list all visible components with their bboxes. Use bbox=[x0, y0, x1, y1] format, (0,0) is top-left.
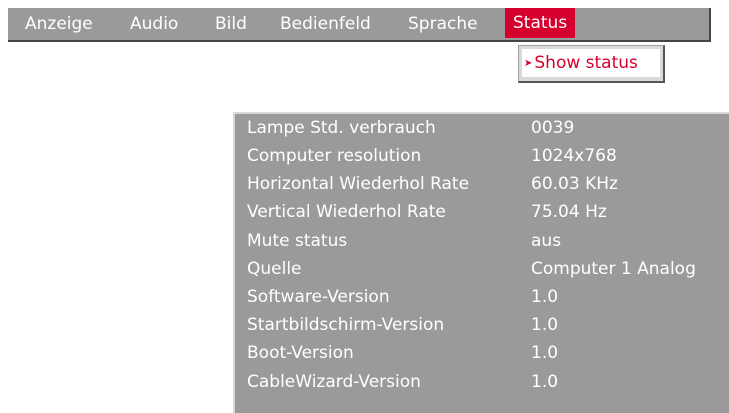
status-label: Mute status bbox=[247, 231, 348, 251]
menu-item-status[interactable]: Status bbox=[505, 8, 576, 38]
status-row-vertical-rate: Vertical Wiederhol Rate 75.04 Hz bbox=[235, 200, 729, 224]
status-label: Startbildschirm-Version bbox=[247, 315, 445, 335]
menu-item-sprache[interactable]: Sprache bbox=[408, 8, 478, 42]
status-row-mute-status: Mute status aus bbox=[235, 229, 729, 253]
status-row-lamp-hours: Lampe Std. verbrauch 0039 bbox=[235, 116, 729, 140]
status-label: CableWizard-Version bbox=[247, 372, 421, 392]
status-value: 1024x768 bbox=[531, 146, 617, 166]
menu-item-bedienfeld[interactable]: Bedienfeld bbox=[280, 8, 371, 42]
status-row-software-version: Software-Version 1.0 bbox=[235, 285, 729, 309]
status-value: 0039 bbox=[531, 118, 575, 138]
status-row-horizontal-rate: Horizontal Wiederhol Rate 60.03 KHz bbox=[235, 172, 729, 196]
menu-bar: Anzeige Audio Bild Bedienfeld Sprache St… bbox=[8, 8, 711, 42]
menu-item-anzeige[interactable]: Anzeige bbox=[25, 8, 93, 42]
status-row-splash-version: Startbildschirm-Version 1.0 bbox=[235, 313, 729, 337]
status-value: 75.04 Hz bbox=[531, 202, 607, 222]
status-label: Computer resolution bbox=[247, 146, 422, 166]
show-status-label: Show status bbox=[534, 53, 638, 73]
show-status-menu-item[interactable]: ➤ Show status bbox=[522, 49, 660, 77]
status-label: Quelle bbox=[247, 259, 302, 279]
status-row-source: Quelle Computer 1 Analog bbox=[235, 257, 729, 281]
status-row-cablewizard-version: CableWizard-Version 1.0 bbox=[235, 370, 729, 394]
status-label: Boot-Version bbox=[247, 343, 354, 363]
status-label: Software-Version bbox=[247, 287, 390, 307]
status-value: aus bbox=[531, 231, 562, 251]
status-label: Lampe Std. verbrauch bbox=[247, 118, 436, 138]
status-row-boot-version: Boot-Version 1.0 bbox=[235, 341, 729, 365]
status-value: 60.03 KHz bbox=[531, 174, 618, 194]
status-panel: Lampe Std. verbrauch 0039 Computer resol… bbox=[233, 112, 729, 413]
menu-item-audio[interactable]: Audio bbox=[130, 8, 178, 42]
status-value: 1.0 bbox=[531, 315, 559, 335]
status-value: Computer 1 Analog bbox=[531, 259, 696, 279]
arrow-right-icon: ➤ bbox=[524, 58, 533, 69]
status-submenu: ➤ Show status bbox=[518, 45, 665, 83]
status-value: 1.0 bbox=[531, 343, 559, 363]
status-label: Vertical Wiederhol Rate bbox=[247, 202, 446, 222]
menu-item-bild[interactable]: Bild bbox=[215, 8, 247, 42]
status-value: 1.0 bbox=[531, 287, 559, 307]
status-row-computer-resolution: Computer resolution 1024x768 bbox=[235, 144, 729, 168]
status-label: Horizontal Wiederhol Rate bbox=[247, 174, 470, 194]
status-value: 1.0 bbox=[531, 372, 559, 392]
